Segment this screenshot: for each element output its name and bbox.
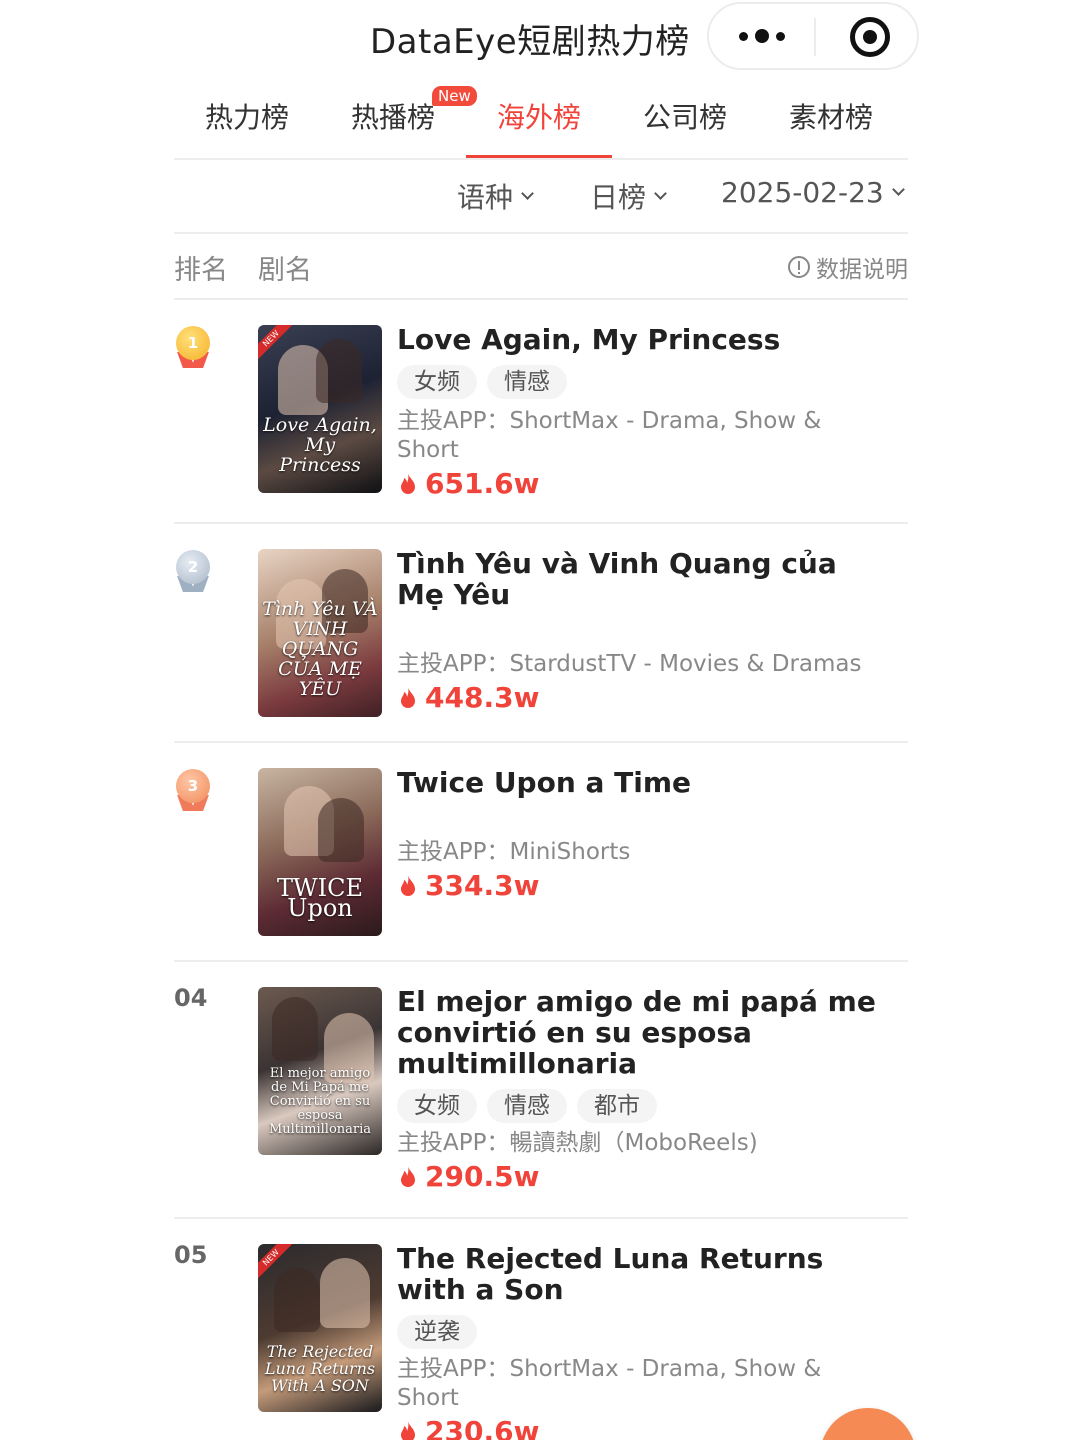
list-item[interactable]: 05 NEW The Rejected Luna Returns With A … xyxy=(174,1219,908,1440)
heat-value: 290.5w xyxy=(397,1160,877,1193)
tag: 女频 xyxy=(397,1089,477,1123)
name-column-label: 剧名 xyxy=(258,255,312,286)
target-circle-icon[interactable] xyxy=(850,17,890,57)
drama-title[interactable]: Tình Yêu và Vinh Quang của Mẹ Yêu xyxy=(397,548,877,610)
poster-title: TWICE Upon xyxy=(276,874,364,922)
gold-medal-icon: 1 xyxy=(174,326,212,370)
drama-info: Twice Upon a Time 主投APP：MiniShorts 334.3… xyxy=(397,767,877,902)
page-title: DataEye短剧热力榜 xyxy=(370,22,690,62)
heat-value: 448.3w xyxy=(397,681,877,714)
date-dropdown[interactable]: 2025-02-23 xyxy=(721,176,905,209)
chevron-down-icon xyxy=(654,186,667,200)
date-label: 2025-02-23 xyxy=(721,176,884,209)
list-item[interactable]: 2 Tình Yêu VÀ VINH QUANG CỦA MẸ YÊU Tình… xyxy=(174,524,908,743)
app-info: 主投APP：暢讀熱劇（MoboReels) xyxy=(397,1129,877,1158)
rank-number: 05 xyxy=(174,1241,208,1269)
flame-icon xyxy=(401,874,415,896)
flame-icon xyxy=(401,472,415,494)
language-dropdown[interactable]: 语种 xyxy=(457,176,534,216)
data-note-link[interactable]: 数据说明 xyxy=(788,250,908,284)
rank-number: 2 xyxy=(176,550,210,584)
list-item[interactable]: 1 NEW Love Again, My Princess Love Again… xyxy=(174,300,908,524)
tab-company[interactable]: 公司榜 xyxy=(612,96,758,156)
heat-number: 651.6w xyxy=(425,467,540,500)
rank-column-label: 排名 xyxy=(174,255,228,286)
heat-number: 230.6w xyxy=(425,1415,540,1440)
capsule-divider xyxy=(814,18,816,56)
chevron-down-icon xyxy=(891,183,905,196)
heat-value: 230.6w xyxy=(397,1415,877,1440)
new-badge: New xyxy=(432,86,477,106)
tag: 情感 xyxy=(487,365,567,399)
tag: 都市 xyxy=(577,1089,657,1123)
app-prefix: 主投APP： xyxy=(397,1130,510,1156)
list-item[interactable]: 3 TWICE Upon Twice Upon a Time 主投APP：Min… xyxy=(174,743,908,962)
tag: 情感 xyxy=(487,1089,567,1123)
tag: 女频 xyxy=(397,365,477,399)
tab-material[interactable]: 素材榜 xyxy=(758,96,904,156)
drama-poster[interactable]: NEW Love Again, My Princess xyxy=(258,325,382,493)
app-prefix: 主投APP： xyxy=(397,1356,510,1382)
drama-poster[interactable]: NEW The Rejected Luna Returns With A SON xyxy=(258,1244,382,1412)
drama-title[interactable]: Twice Upon a Time xyxy=(397,767,877,798)
app-name: 暢讀熱劇（MoboReels) xyxy=(509,1130,758,1156)
flame-icon xyxy=(401,1420,415,1440)
data-note-label: 数据说明 xyxy=(816,257,908,283)
flame-icon xyxy=(401,1165,415,1187)
tag-list: 逆袭 xyxy=(397,1315,877,1349)
more-dots-icon[interactable] xyxy=(739,18,785,54)
filter-bar: 语种 日榜 2025-02-23 xyxy=(174,160,908,234)
top-bar: DataEye短剧热力榜 xyxy=(0,0,1080,72)
heat-number: 334.3w xyxy=(425,869,540,902)
app-prefix: 主投APP： xyxy=(397,651,510,677)
poster-title: The Rejected Luna Returns With A SON xyxy=(264,1342,376,1395)
bronze-medal-icon: 3 xyxy=(174,769,212,813)
app-info: 主投APP：StardustTV - Movies & Dramas xyxy=(397,650,877,679)
drama-poster[interactable]: Tình Yêu VÀ VINH QUANG CỦA MẸ YÊU xyxy=(258,549,382,717)
rank-number: 3 xyxy=(176,769,210,803)
flame-icon xyxy=(401,686,415,708)
drama-poster[interactable]: TWICE Upon xyxy=(258,768,382,936)
rank-number: 04 xyxy=(174,984,208,1012)
miniapp-capsule xyxy=(707,2,919,70)
list-item[interactable]: 04 El mejor amigo de Mi Papá me Convirti… xyxy=(174,962,908,1219)
info-circle-icon xyxy=(788,256,810,278)
drama-info: El mejor amigo de mi papá me convirtió e… xyxy=(397,986,877,1193)
list-header: 排名 剧名 数据说明 xyxy=(174,236,908,300)
poster-title: El mejor amigo de Mi Papá me Convirtió e… xyxy=(268,1066,372,1137)
silver-medal-icon: 2 xyxy=(174,550,212,594)
heat-value: 334.3w xyxy=(397,869,877,902)
heat-number: 448.3w xyxy=(425,681,540,714)
drama-info: Love Again, My Princess 女频 情感 主投APP：Shor… xyxy=(397,324,877,500)
tag-list: 女频 情感 xyxy=(397,365,877,399)
app-prefix: 主投APP： xyxy=(397,839,510,865)
period-dropdown[interactable]: 日榜 xyxy=(590,176,667,216)
app-info: 主投APP：MiniShorts xyxy=(397,838,877,867)
tag-list: 女频 情感 都市 xyxy=(397,1089,877,1123)
app-prefix: 主投APP： xyxy=(397,408,510,434)
drama-title[interactable]: Love Again, My Princess xyxy=(397,324,877,355)
tag: 逆袭 xyxy=(397,1315,477,1349)
language-label: 语种 xyxy=(457,181,514,214)
drama-poster[interactable]: El mejor amigo de Mi Papá me Convirtió e… xyxy=(258,987,382,1155)
tab-heat[interactable]: 热力榜 xyxy=(174,96,320,156)
app-name: StardustTV - Movies & Dramas xyxy=(509,651,862,677)
app-info: 主投APP：ShortMax - Drama, Show & Short xyxy=(397,1355,877,1413)
chevron-down-icon xyxy=(521,186,534,200)
period-label: 日榜 xyxy=(590,181,647,214)
drama-info: Tình Yêu và Vinh Quang của Mẹ Yêu 主投APP：… xyxy=(397,548,877,714)
app-name: MiniShorts xyxy=(509,839,631,865)
drama-title[interactable]: El mejor amigo de mi papá me convirtió e… xyxy=(397,986,877,1079)
ranking-tabs: 热力榜 热播榜 海外榜 公司榜 素材榜 xyxy=(174,84,908,160)
heat-number: 290.5w xyxy=(425,1160,540,1193)
poster-title: Tình Yêu VÀ VINH QUANG CỦA MẸ YÊU xyxy=(262,598,378,700)
drama-info: The Rejected Luna Returns with a Son 逆袭 … xyxy=(397,1243,877,1440)
app-info: 主投APP：ShortMax - Drama, Show & Short xyxy=(397,407,877,465)
rank-number: 1 xyxy=(176,326,210,360)
tab-overseas[interactable]: 海外榜 xyxy=(466,96,612,158)
poster-title: Love Again, My Princess xyxy=(263,414,377,476)
drama-title[interactable]: The Rejected Luna Returns with a Son xyxy=(397,1243,877,1305)
heat-value: 651.6w xyxy=(397,467,877,500)
